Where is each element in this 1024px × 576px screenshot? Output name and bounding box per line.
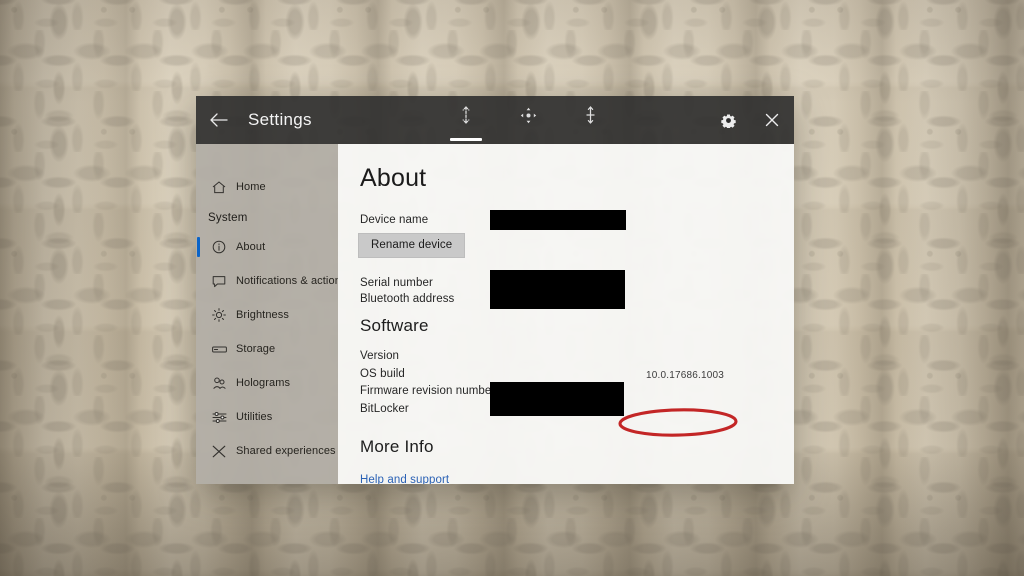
- sidebar-item-label: Brightness: [236, 309, 289, 321]
- device-name-redaction: [490, 210, 626, 230]
- bluetooth-address-label: Bluetooth address: [360, 293, 455, 305]
- close-icon[interactable]: [750, 96, 794, 144]
- storage-icon: [208, 345, 230, 354]
- os-build-value: 10.0.17686.1003: [646, 370, 725, 381]
- sidebar-item-label: Notifications & actions: [236, 275, 338, 287]
- holograms-icon: [208, 376, 230, 390]
- notification-icon: [208, 275, 230, 288]
- utilities-icon: [208, 411, 230, 424]
- os-build-label: OS build: [360, 368, 405, 380]
- software-section-heading: Software: [360, 316, 429, 335]
- scene-root: Settings Home System About Notifications…: [0, 0, 1024, 576]
- settings-gear-icon[interactable]: [706, 96, 750, 144]
- sidebar-item-shared-experiences[interactable]: Shared experiences: [196, 434, 338, 468]
- sidebar-item-brightness[interactable]: Brightness: [196, 298, 338, 332]
- scale-tool-icon[interactable]: [448, 105, 484, 143]
- navigation-sidebar: Home System About Notifications & action…: [196, 144, 338, 484]
- bitlocker-label: BitLocker: [360, 403, 409, 415]
- shared-experiences-icon: [208, 445, 230, 458]
- home-icon: [208, 180, 230, 194]
- serial-number-label: Serial number: [360, 277, 433, 289]
- sidebar-item-utilities[interactable]: Utilities: [196, 400, 338, 434]
- firmware-bitlocker-redaction: [490, 382, 624, 416]
- version-label: Version: [360, 350, 400, 362]
- app-title: Settings: [248, 110, 312, 129]
- move-tool-icon[interactable]: [510, 105, 546, 143]
- page-title: About: [360, 164, 427, 192]
- sidebar-item-label: Storage: [236, 343, 276, 355]
- scale-tool-selected-indicator: [450, 138, 482, 141]
- content-pane: About Device name Rename device Serial n…: [338, 144, 794, 484]
- move-tool-glyph: [520, 105, 537, 125]
- settings-window: Settings Home System About Notifications…: [196, 96, 794, 484]
- device-name-label: Device name: [360, 214, 429, 226]
- appbar-tool-group: [448, 96, 608, 144]
- adjust-tool-glyph: [585, 105, 596, 125]
- help-and-support-link[interactable]: Help and support: [360, 474, 449, 484]
- appbar-right-group: [706, 96, 794, 144]
- sidebar-item-holograms[interactable]: Holograms: [196, 366, 338, 400]
- os-build-annotation-ellipse: [618, 408, 738, 437]
- sidebar-section-system: System: [208, 212, 248, 224]
- sidebar-item-storage[interactable]: Storage: [196, 332, 338, 366]
- sidebar-item-label: About: [236, 241, 266, 253]
- window-body: Home System About Notifications & action…: [196, 144, 794, 484]
- sidebar-item-label: Utilities: [236, 411, 273, 423]
- sidebar-item-label: Holograms: [236, 377, 291, 389]
- adjust-tool-icon[interactable]: [572, 105, 608, 143]
- brightness-icon: [208, 308, 230, 322]
- serial-bluetooth-redaction: [490, 270, 625, 309]
- selection-accent-bar: [197, 237, 200, 257]
- sidebar-item-label: Shared experiences: [236, 445, 336, 457]
- firmware-revision-label: Firmware revision number: [360, 385, 496, 397]
- sidebar-item-label: Home: [236, 181, 266, 193]
- rename-device-button[interactable]: Rename device: [358, 233, 466, 258]
- sidebar-item-about[interactable]: About: [196, 230, 338, 264]
- window-title-bar: Settings: [196, 96, 794, 144]
- scale-tool-glyph: [460, 105, 472, 125]
- sidebar-item-notifications[interactable]: Notifications & actions: [196, 264, 338, 298]
- back-arrow-icon[interactable]: [196, 96, 242, 144]
- more-info-heading: More Info: [360, 437, 434, 456]
- info-circle-icon: [208, 240, 230, 254]
- sidebar-item-home[interactable]: Home: [196, 170, 338, 204]
